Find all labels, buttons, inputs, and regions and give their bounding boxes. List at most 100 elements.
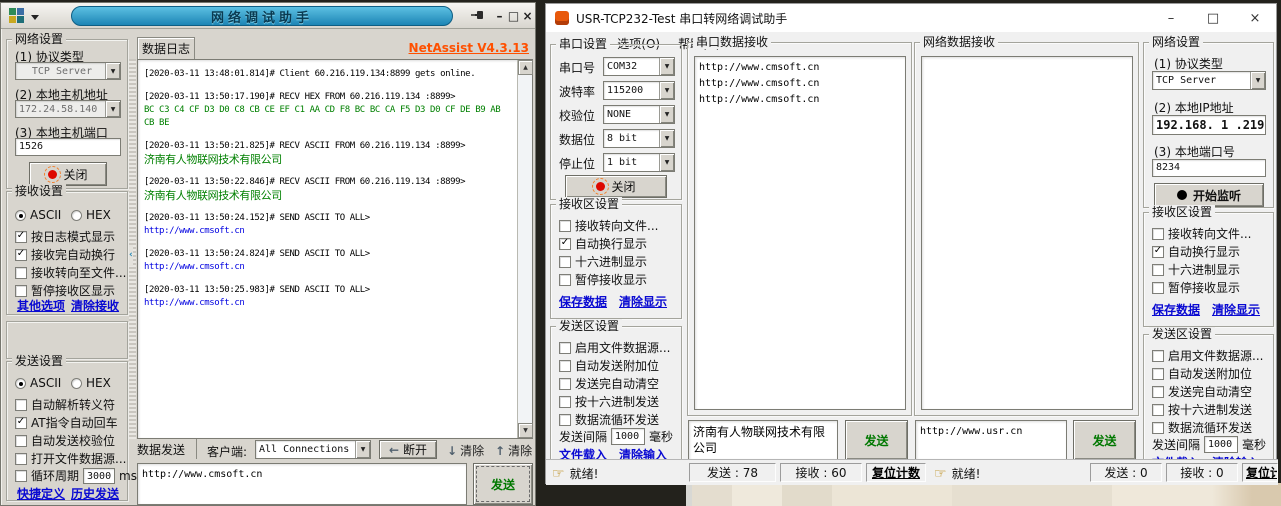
save-data-link[interactable]: 保存数据 — [1152, 301, 1200, 318]
checkbox-icon[interactable] — [1152, 264, 1164, 276]
checkbox-icon[interactable] — [559, 274, 571, 286]
send-button[interactable]: 发送 — [473, 463, 533, 505]
chevron-down-icon[interactable]: ▼ — [355, 441, 370, 458]
close-button[interactable]: × — [521, 8, 534, 23]
checkbox-file-source[interactable]: 启用文件数据源... — [1152, 347, 1263, 364]
checkbox-icon[interactable] — [559, 342, 571, 354]
netassist-version-link[interactable]: NetAssist V4.3.13 — [409, 41, 529, 55]
checkbox-icon[interactable] — [1152, 282, 1164, 294]
chevron-down-icon[interactable]: ▼ — [105, 101, 120, 117]
chevron-down-icon[interactable]: ▼ — [659, 130, 674, 147]
panel-splitter[interactable]: ‹ — [129, 59, 136, 439]
checkbox-icon[interactable] — [1152, 404, 1164, 416]
more-options-link[interactable]: 其他选项 — [17, 297, 65, 314]
local-port-input[interactable]: 8234 — [1152, 159, 1266, 177]
checkbox-icon[interactable] — [1152, 228, 1164, 240]
serial-reset-count-link[interactable]: 复位计数 — [866, 463, 926, 482]
checkbox-icon[interactable] — [559, 396, 571, 408]
checkbox-icon[interactable] — [559, 360, 571, 372]
checkbox-file-source[interactable]: 打开文件数据源... — [15, 450, 126, 467]
checkbox-auto-wrap[interactable]: ✓ 自动换行显示 — [1152, 243, 1240, 260]
parity-select[interactable]: NONE ▼ — [603, 105, 675, 124]
serial-close-button[interactable]: 关闭 — [565, 175, 667, 198]
loop-period-input[interactable]: 3000 — [83, 468, 115, 484]
checkbox-loop-period[interactable]: 循环周期 3000 ms — [15, 467, 137, 484]
pin-icon[interactable] — [471, 9, 487, 23]
tab-data-send[interactable]: 数据发送 — [137, 439, 197, 459]
checkbox-icon[interactable]: ✓ — [15, 231, 27, 243]
radio-icon[interactable] — [15, 378, 26, 389]
checkbox-send-hex[interactable]: 按十六进制发送 — [559, 393, 659, 410]
net-send-button[interactable]: 发送 — [1073, 420, 1136, 460]
radio-hex[interactable]: HEX — [71, 376, 111, 390]
checkbox-icon[interactable] — [15, 453, 27, 465]
checkbox-icon[interactable] — [1152, 422, 1164, 434]
shortcut-define-link[interactable]: 快捷定义 — [17, 485, 65, 502]
checkbox-icon[interactable] — [1152, 350, 1164, 362]
checkbox-escape-parse[interactable]: 自动解析转义符 — [15, 396, 115, 413]
checkbox-icon[interactable]: ✓ — [15, 417, 27, 429]
clear-display-link[interactable]: 清除显示 — [1212, 301, 1260, 318]
checkbox-send-append[interactable]: 自动发送附加位 — [559, 357, 659, 374]
checkbox-file-source[interactable]: 启用文件数据源... — [559, 339, 670, 356]
chevron-down-icon[interactable]: ▼ — [659, 106, 674, 123]
checkbox-auto-wrap[interactable]: ✓ 接收完自动换行 — [15, 246, 115, 263]
checkbox-pause-recv[interactable]: 暂停接收显示 — [1152, 279, 1240, 296]
interval-input[interactable]: 1000 — [1204, 436, 1238, 453]
chevron-down-icon[interactable]: ▼ — [659, 82, 674, 99]
protocol-select[interactable]: TCP Server ▼ — [1152, 71, 1266, 90]
checkbox-recv-to-file[interactable]: 接收转向文件... — [559, 217, 658, 234]
tab-data-log[interactable]: 数据日志 — [137, 37, 195, 59]
checkbox-icon[interactable] — [15, 470, 27, 482]
log-scrollbar[interactable]: ▲ ▼ — [517, 60, 532, 438]
scroll-up-icon[interactable]: ▲ — [518, 60, 533, 75]
radio-hex[interactable]: HEX — [71, 208, 111, 222]
checkbox-icon[interactable] — [1152, 368, 1164, 380]
net-reset-count-link[interactable]: 复位计数 — [1242, 463, 1278, 482]
checkbox-icon[interactable]: ✓ — [1152, 246, 1164, 258]
protocol-select[interactable]: TCP Server ▼ — [15, 62, 121, 80]
checkbox-auto-wrap[interactable]: ✓ 自动换行显示 — [559, 235, 647, 252]
app-menu-icon[interactable] — [9, 8, 25, 24]
checkbox-loop-send[interactable]: 数据流循环发送 — [1152, 419, 1252, 436]
checkbox-loop-send[interactable]: 数据流循环发送 — [559, 411, 659, 428]
checkbox-icon[interactable] — [559, 220, 571, 232]
radio-icon[interactable] — [71, 378, 82, 389]
clear-send-button[interactable]: ↑ 清除 — [495, 442, 532, 459]
radio-ascii[interactable]: ASCII — [15, 376, 61, 390]
close-connection-button[interactable]: 关闭 — [29, 162, 107, 186]
checkbox-auto-checksum[interactable]: 自动发送校验位 — [15, 432, 115, 449]
chevron-down-icon[interactable]: ▼ — [659, 154, 674, 171]
checkbox-send-hex[interactable]: 按十六进制发送 — [1152, 401, 1252, 418]
client-select[interactable]: All Connections (1) ▼ — [255, 440, 371, 459]
checkbox-hex-display[interactable]: 十六进制显示 — [559, 253, 647, 270]
collapse-left-icon[interactable]: ‹ — [129, 245, 133, 266]
start-listen-button[interactable]: 开始监听 — [1154, 183, 1264, 207]
checkbox-send-append[interactable]: 自动发送附加位 — [1152, 365, 1252, 382]
radio-icon[interactable] — [71, 210, 82, 221]
disconnect-button[interactable]: ← 断开 — [379, 440, 437, 459]
chevron-down-icon[interactable]: ▼ — [105, 63, 120, 79]
com-select[interactable]: COM32 ▼ — [603, 57, 675, 76]
maximize-button[interactable]: □ — [1192, 4, 1234, 32]
checkbox-log-mode[interactable]: ✓ 按日志模式显示 — [15, 228, 115, 245]
host-select[interactable]: 172.24.58.140 ▼ — [15, 100, 121, 118]
checkbox-icon[interactable] — [559, 414, 571, 426]
save-data-link[interactable]: 保存数据 — [559, 293, 607, 310]
usr-titlebar[interactable]: USR-TCP232-Test 串口转网络调试助手 – □ × — [546, 4, 1276, 32]
checkbox-icon[interactable] — [15, 267, 27, 279]
checkbox-icon[interactable]: ✓ — [559, 238, 571, 250]
clear-recv-link[interactable]: 清除接收 — [71, 297, 119, 314]
interval-input[interactable]: 1000 — [611, 428, 645, 445]
maximize-button[interactable]: □ — [507, 8, 520, 23]
checkbox-icon[interactable] — [15, 399, 27, 411]
serial-send-input[interactable]: 济南有人物联网技术有限公司 — [688, 420, 838, 460]
ip-input[interactable]: 192.168. 1 .219 — [1152, 115, 1266, 135]
checkbox-clear-after-send[interactable]: 发送完自动清空 — [559, 375, 659, 392]
databits-select[interactable]: 8 bit ▼ — [603, 129, 675, 148]
close-button[interactable]: × — [1234, 4, 1276, 32]
checkbox-icon[interactable] — [1152, 386, 1164, 398]
netassist-titlebar[interactable]: 网络调试助手 – □ × — [1, 3, 535, 29]
checkbox-clear-after-send[interactable]: 发送完自动清空 — [1152, 383, 1252, 400]
checkbox-icon[interactable] — [15, 285, 27, 297]
